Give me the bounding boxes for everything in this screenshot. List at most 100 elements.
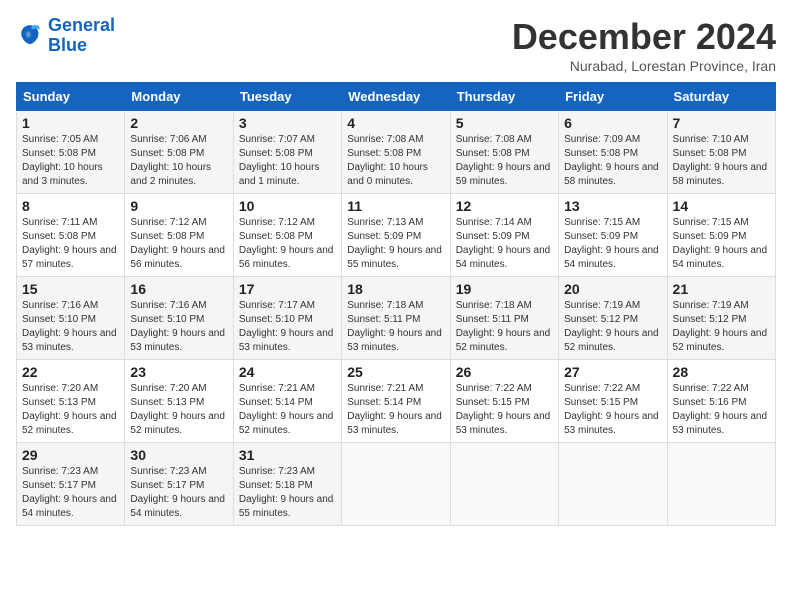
calendar-cell: 17Sunrise: 7:17 AMSunset: 5:10 PMDayligh… (233, 277, 341, 360)
day-number: 24 (239, 364, 336, 380)
day-number: 16 (130, 281, 227, 297)
day-info: Sunrise: 7:18 AMSunset: 5:11 PMDaylight:… (347, 299, 444, 355)
calendar-cell: 27 Sunrise: 7:22 AMSunset: 5:15 PMDayligh… (559, 360, 667, 443)
day-info: Sunrise: 7:15 AMSunset: 5:09 PMDaylight:… (673, 216, 770, 272)
day-number: 29 (22, 447, 119, 463)
day-info: Sunrise: 7:09 AMSunset: 5:08 PMDaylight:… (564, 133, 661, 189)
calendar-week-5: 29 Sunrise: 7:23 AMSunset: 5:17 PMDayligh… (17, 443, 776, 526)
weekday-thursday: Thursday (450, 83, 558, 111)
day-number: 13 (564, 198, 661, 214)
calendar-cell (342, 443, 450, 526)
day-info: Sunrise: 7:06 AMSunset: 5:08 PMDaylight:… (130, 133, 227, 189)
logo-text: General Blue (48, 16, 115, 56)
day-info: Sunrise: 7:21 AMSunset: 5:14 PMDaylight:… (239, 382, 336, 438)
day-info: Sunrise: 7:11 AMSunset: 5:08 PMDaylight:… (22, 216, 119, 272)
month-title: December 2024 (512, 16, 776, 58)
weekday-monday: Monday (125, 83, 233, 111)
calendar-cell: 22 Sunrise: 7:20 AMSunset: 5:13 PMDayligh… (17, 360, 125, 443)
calendar-cell: 30 Sunrise: 7:23 AMSunset: 5:17 PMDayligh… (125, 443, 233, 526)
day-number: 17 (239, 281, 336, 297)
day-number: 3 (239, 115, 336, 131)
day-info: Sunrise: 7:21 AMSunset: 5:14 PMDaylight:… (347, 382, 444, 438)
day-number: 11 (347, 198, 444, 214)
day-info: Sunrise: 7:22 AMSunset: 5:15 PMDaylight:… (456, 382, 553, 438)
calendar-cell (667, 443, 775, 526)
calendar-cell: 24 Sunrise: 7:21 AMSunset: 5:14 PMDayligh… (233, 360, 341, 443)
calendar-cell: 8 Sunrise: 7:11 AMSunset: 5:08 PMDaylight… (17, 194, 125, 277)
day-info: Sunrise: 7:20 AMSunset: 5:13 PMDaylight:… (22, 382, 119, 438)
calendar-cell: 29 Sunrise: 7:23 AMSunset: 5:17 PMDayligh… (17, 443, 125, 526)
day-number: 6 (564, 115, 661, 131)
calendar-cell: 14Sunrise: 7:15 AMSunset: 5:09 PMDayligh… (667, 194, 775, 277)
day-info: Sunrise: 7:10 AMSunset: 5:08 PMDaylight:… (673, 133, 770, 189)
day-info: Sunrise: 7:19 AMSunset: 5:12 PMDaylight:… (673, 299, 770, 355)
calendar-cell (559, 443, 667, 526)
day-number: 20 (564, 281, 661, 297)
calendar-cell: 11 Sunrise: 7:13 AMSunset: 5:09 PMDayligh… (342, 194, 450, 277)
day-info: Sunrise: 7:18 AMSunset: 5:11 PMDaylight:… (456, 299, 553, 355)
day-info: Sunrise: 7:23 AMSunset: 5:17 PMDaylight:… (22, 465, 119, 521)
calendar-cell (450, 443, 558, 526)
day-info: Sunrise: 7:23 AMSunset: 5:18 PMDaylight:… (239, 465, 336, 521)
calendar-cell: 13Sunrise: 7:15 AMSunset: 5:09 PMDayligh… (559, 194, 667, 277)
calendar-cell: 20 Sunrise: 7:19 AMSunset: 5:12 PMDayligh… (559, 277, 667, 360)
location-subtitle: Nurabad, Lorestan Province, Iran (512, 58, 776, 74)
weekday-wednesday: Wednesday (342, 83, 450, 111)
day-number: 25 (347, 364, 444, 380)
page-header: General Blue December 2024 Nurabad, Lore… (16, 16, 776, 74)
day-info: Sunrise: 7:23 AMSunset: 5:17 PMDaylight:… (130, 465, 227, 521)
day-info: Sunrise: 7:13 AMSunset: 5:09 PMDaylight:… (347, 216, 444, 272)
weekday-header-row: SundayMondayTuesdayWednesdayThursdayFrid… (17, 83, 776, 111)
weekday-tuesday: Tuesday (233, 83, 341, 111)
day-number: 30 (130, 447, 227, 463)
day-number: 10 (239, 198, 336, 214)
calendar-cell: 18 Sunrise: 7:18 AMSunset: 5:11 PMDayligh… (342, 277, 450, 360)
day-number: 8 (22, 198, 119, 214)
weekday-saturday: Saturday (667, 83, 775, 111)
day-info: Sunrise: 7:16 AMSunset: 5:10 PMDaylight:… (130, 299, 227, 355)
day-info: Sunrise: 7:08 AMSunset: 5:08 PMDaylight:… (347, 133, 444, 189)
logo: General Blue (16, 16, 115, 56)
calendar-cell: 3 Sunrise: 7:07 AMSunset: 5:08 PMDaylight… (233, 111, 341, 194)
day-info: Sunrise: 7:20 AMSunset: 5:13 PMDaylight:… (130, 382, 227, 438)
calendar-week-2: 8 Sunrise: 7:11 AMSunset: 5:08 PMDaylight… (17, 194, 776, 277)
calendar-cell: 21 Sunrise: 7:19 AMSunset: 5:12 PMDayligh… (667, 277, 775, 360)
calendar-cell: 6 Sunrise: 7:09 AMSunset: 5:08 PMDaylight… (559, 111, 667, 194)
calendar-cell: 16 Sunrise: 7:16 AMSunset: 5:10 PMDayligh… (125, 277, 233, 360)
day-info: Sunrise: 7:22 AMSunset: 5:16 PMDaylight:… (673, 382, 770, 438)
day-info: Sunrise: 7:08 AMSunset: 5:08 PMDaylight:… (456, 133, 553, 189)
calendar-cell: 15Sunrise: 7:16 AMSunset: 5:10 PMDayligh… (17, 277, 125, 360)
calendar-cell: 26Sunrise: 7:22 AMSunset: 5:15 PMDayligh… (450, 360, 558, 443)
calendar-body: 1Sunrise: 7:05 AMSunset: 5:08 PMDaylight… (17, 111, 776, 526)
calendar-cell: 7 Sunrise: 7:10 AMSunset: 5:08 PMDaylight… (667, 111, 775, 194)
calendar-week-4: 22 Sunrise: 7:20 AMSunset: 5:13 PMDayligh… (17, 360, 776, 443)
day-info: Sunrise: 7:14 AMSunset: 5:09 PMDaylight:… (456, 216, 553, 272)
day-number: 9 (130, 198, 227, 214)
calendar-week-1: 1Sunrise: 7:05 AMSunset: 5:08 PMDaylight… (17, 111, 776, 194)
day-number: 19 (456, 281, 553, 297)
weekday-friday: Friday (559, 83, 667, 111)
calendar-cell: 31Sunrise: 7:23 AMSunset: 5:18 PMDayligh… (233, 443, 341, 526)
day-number: 23 (130, 364, 227, 380)
calendar-cell: 25 Sunrise: 7:21 AMSunset: 5:14 PMDayligh… (342, 360, 450, 443)
day-number: 4 (347, 115, 444, 131)
day-number: 27 (564, 364, 661, 380)
day-info: Sunrise: 7:22 AMSunset: 5:15 PMDaylight:… (564, 382, 661, 438)
day-info: Sunrise: 7:07 AMSunset: 5:08 PMDaylight:… (239, 133, 336, 189)
day-info: Sunrise: 7:19 AMSunset: 5:12 PMDaylight:… (564, 299, 661, 355)
day-info: Sunrise: 7:16 AMSunset: 5:10 PMDaylight:… (22, 299, 119, 355)
calendar-cell: 5 Sunrise: 7:08 AMSunset: 5:08 PMDaylight… (450, 111, 558, 194)
calendar-cell: 4 Sunrise: 7:08 AMSunset: 5:08 PMDaylight… (342, 111, 450, 194)
day-number: 21 (673, 281, 770, 297)
calendar-cell: 10Sunrise: 7:12 AMSunset: 5:08 PMDayligh… (233, 194, 341, 277)
calendar-cell: 2Sunrise: 7:06 AMSunset: 5:08 PMDaylight… (125, 111, 233, 194)
day-number: 22 (22, 364, 119, 380)
day-number: 28 (673, 364, 770, 380)
calendar-cell: 19 Sunrise: 7:18 AMSunset: 5:11 PMDayligh… (450, 277, 558, 360)
day-number: 1 (22, 115, 119, 131)
calendar-cell: 28 Sunrise: 7:22 AMSunset: 5:16 PMDayligh… (667, 360, 775, 443)
day-number: 7 (673, 115, 770, 131)
calendar-cell: 1Sunrise: 7:05 AMSunset: 5:08 PMDaylight… (17, 111, 125, 194)
day-number: 5 (456, 115, 553, 131)
day-number: 18 (347, 281, 444, 297)
